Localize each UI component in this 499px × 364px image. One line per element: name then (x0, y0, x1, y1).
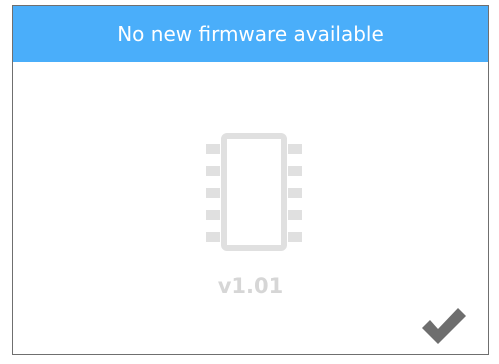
chip-icon (204, 130, 304, 254)
firmware-version: v1.01 (217, 274, 284, 298)
firmware-dialog: No new firmware available v1.01 (12, 5, 489, 355)
dialog-title: No new firmware available (13, 6, 488, 62)
confirm-button[interactable] (418, 304, 468, 346)
checkmark-icon (422, 308, 466, 344)
